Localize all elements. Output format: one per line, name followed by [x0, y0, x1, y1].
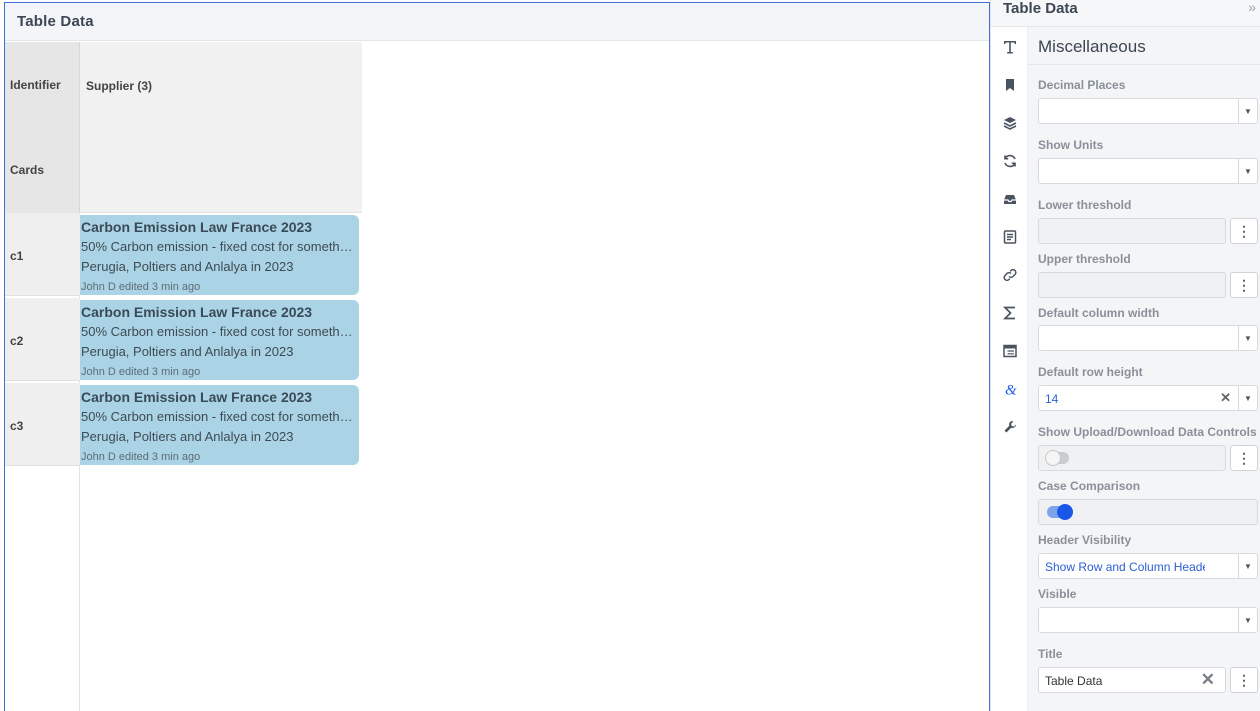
- chevron-down-icon[interactable]: ▼: [1238, 386, 1257, 410]
- card-locations: Perugia, Poltiers and Anlalya in 2023: [81, 344, 294, 359]
- case-comparison-label: Case Comparison: [1038, 479, 1141, 493]
- visible-label: Visible: [1038, 587, 1077, 601]
- table-icon[interactable]: [1000, 341, 1020, 361]
- title-more-button[interactable]: ⋮: [1230, 667, 1258, 693]
- show-units-label: Show Units: [1038, 138, 1104, 152]
- double-chevron-right-icon[interactable]: »: [1248, 0, 1256, 15]
- panel-title: Table Data: [1003, 0, 1078, 17]
- card-edited-meta: John D edited 3 min ago: [81, 281, 201, 293]
- upper-threshold-field[interactable]: [1038, 272, 1226, 298]
- svg-text:&: &: [1005, 383, 1017, 398]
- kebab-menu-icon: ⋮: [1237, 277, 1251, 293]
- default-row-height-label: Default row height: [1038, 365, 1143, 379]
- table-widget[interactable]: Table Data Identifier Cards Supplier (3)…: [4, 2, 990, 711]
- header-visibility-label: Header Visibility: [1038, 533, 1132, 547]
- kebab-menu-icon: ⋮: [1237, 223, 1251, 239]
- corner-cards-label: Cards: [10, 163, 45, 177]
- chevron-down-icon[interactable]: ▼: [1238, 554, 1257, 578]
- corner-identifier-label: Identifier: [10, 78, 61, 92]
- row-header-c1[interactable]: c1: [5, 213, 80, 296]
- row-header-c3[interactable]: c3: [5, 383, 80, 466]
- properties-icon-rail: &: [990, 27, 1028, 711]
- decimal-places-select[interactable]: ▼: [1038, 98, 1258, 124]
- corner-cell: Identifier Cards: [5, 42, 80, 213]
- card-description: 50% Carbon emission - fixed cost for som…: [81, 324, 355, 339]
- kebab-menu-icon: ⋮: [1237, 450, 1251, 466]
- header-visibility-value: Show Row and Column Headers: [1045, 560, 1205, 574]
- card-title: Carbon Emission Law France 2023: [81, 304, 313, 320]
- card-description: 50% Carbon emission - fixed cost for som…: [81, 239, 355, 254]
- card-c3[interactable]: Carbon Emission Law France 2023 50% Carb…: [80, 385, 359, 465]
- column-header-supplier[interactable]: Supplier (3): [80, 42, 362, 213]
- card-description: 50% Carbon emission - fixed cost for som…: [81, 409, 355, 424]
- show-units-select[interactable]: ▼: [1038, 158, 1258, 184]
- chevron-down-icon[interactable]: ▼: [1238, 608, 1257, 632]
- toggle-knob: [1057, 504, 1073, 520]
- ampersand-icon[interactable]: &: [1000, 379, 1020, 399]
- card-c2[interactable]: Carbon Emission Law France 2023 50% Carb…: [80, 300, 359, 380]
- show-upload-download-toggle[interactable]: [1045, 450, 1069, 466]
- default-column-width-select[interactable]: ▼: [1038, 325, 1258, 351]
- widget-title: Table Data: [17, 13, 94, 30]
- case-comparison-field: [1038, 499, 1258, 525]
- card-title: Carbon Emission Law France 2023: [81, 219, 313, 235]
- card-c1[interactable]: Carbon Emission Law France 2023 50% Carb…: [80, 215, 359, 295]
- section-divider: [1028, 64, 1260, 65]
- inbox-icon[interactable]: [1000, 189, 1020, 209]
- chevron-down-icon[interactable]: ▼: [1238, 159, 1257, 183]
- text-icon[interactable]: [1000, 37, 1020, 57]
- default-column-width-label: Default column width: [1038, 306, 1160, 320]
- sigma-icon[interactable]: [1000, 303, 1020, 323]
- widget-header: Table Data: [5, 3, 989, 41]
- title-value: Table Data: [1045, 674, 1103, 688]
- default-row-height-value: 14: [1045, 392, 1059, 406]
- layers-icon[interactable]: [1000, 113, 1020, 133]
- clear-icon[interactable]: ✕: [1201, 670, 1215, 690]
- properties-panel: Miscellaneous Decimal Places ▼ Show Unit…: [1028, 27, 1260, 711]
- bookmark-icon[interactable]: [1000, 75, 1020, 95]
- kebab-menu-icon: ⋮: [1237, 672, 1251, 688]
- title-label: Title: [1038, 647, 1063, 661]
- lower-threshold-more-button[interactable]: ⋮: [1230, 218, 1258, 244]
- show-upload-download-more-button[interactable]: ⋮: [1230, 445, 1258, 471]
- clear-icon[interactable]: ✕: [1220, 390, 1231, 406]
- toggle-knob: [1045, 450, 1061, 466]
- chevron-down-icon[interactable]: ▼: [1238, 99, 1257, 123]
- chevron-down-icon[interactable]: ▼: [1238, 326, 1257, 350]
- upper-threshold-label: Upper threshold: [1038, 252, 1131, 266]
- section-title: Miscellaneous: [1038, 37, 1146, 56]
- upper-threshold-more-button[interactable]: ⋮: [1230, 272, 1258, 298]
- lower-threshold-label: Lower threshold: [1038, 198, 1132, 212]
- visible-select[interactable]: ▼: [1038, 607, 1258, 633]
- decimal-places-label: Decimal Places: [1038, 78, 1126, 92]
- card-edited-meta: John D edited 3 min ago: [81, 451, 201, 463]
- card-edited-meta: John D edited 3 min ago: [81, 366, 201, 378]
- title-input[interactable]: Table Data ✕: [1038, 667, 1226, 693]
- case-comparison-toggle[interactable]: [1047, 504, 1073, 520]
- card-title: Carbon Emission Law France 2023: [81, 389, 313, 405]
- show-upload-download-label: Show Upload/Download Data Controls: [1038, 425, 1257, 439]
- document-icon[interactable]: [1000, 227, 1020, 247]
- header-visibility-select[interactable]: Show Row and Column Headers ▼: [1038, 553, 1258, 579]
- lower-threshold-field[interactable]: [1038, 218, 1226, 244]
- row-id: c3: [10, 419, 24, 433]
- refresh-icon[interactable]: [1000, 151, 1020, 171]
- row-id: c1: [10, 249, 24, 263]
- row-header-c2[interactable]: c2: [5, 298, 80, 381]
- wrench-icon[interactable]: [1000, 417, 1020, 437]
- show-upload-download-field: [1038, 445, 1226, 471]
- properties-panel-header: Table Data »: [990, 0, 1260, 27]
- link-icon[interactable]: [1000, 265, 1020, 285]
- default-row-height-select[interactable]: 14 ✕ ▼: [1038, 385, 1258, 411]
- card-locations: Perugia, Poltiers and Anlalya in 2023: [81, 429, 294, 444]
- row-id: c2: [10, 334, 24, 348]
- column-header-label: Supplier (3): [86, 79, 153, 93]
- card-locations: Perugia, Poltiers and Anlalya in 2023: [81, 259, 294, 274]
